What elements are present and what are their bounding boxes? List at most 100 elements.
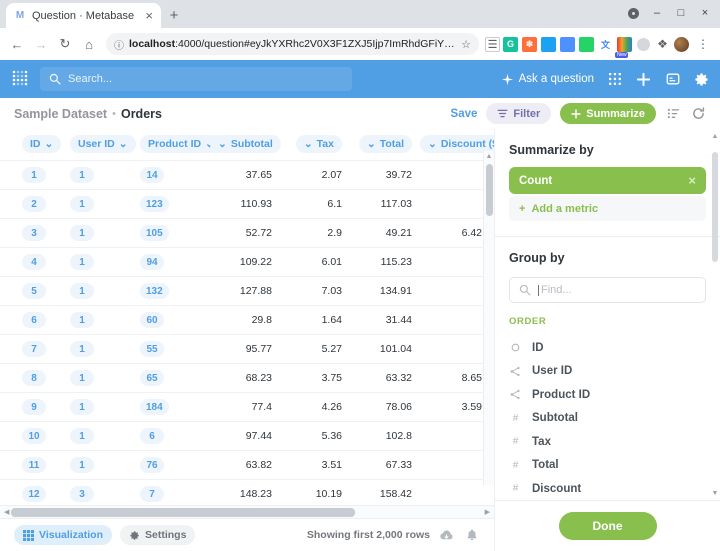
cell-user-id[interactable]: 1 xyxy=(70,341,94,357)
extensions-puzzle-icon[interactable]: ❖ xyxy=(654,36,671,53)
reader-mode-icon[interactable]: ☰ xyxy=(485,36,500,52)
group-by-field-tax[interactable]: # Tax xyxy=(509,430,706,453)
group-by-field-user-id[interactable]: User ID xyxy=(509,360,706,383)
column-header-discount[interactable]: ⌄Discount ($) xyxy=(420,129,494,161)
screen-capture-icon[interactable] xyxy=(559,36,576,53)
cell-id[interactable]: 1 xyxy=(22,167,46,183)
table-row[interactable]: 4194109.226.01115.23August xyxy=(0,247,494,277)
grey-profile-icon[interactable] xyxy=(635,36,652,53)
grid-apps-icon[interactable] xyxy=(606,71,623,88)
tab-close-icon[interactable]: × xyxy=(145,9,153,22)
search-input[interactable]: Search... xyxy=(40,67,352,91)
cell-id[interactable]: 8 xyxy=(22,370,46,386)
cell-user-id[interactable]: 1 xyxy=(70,312,94,328)
cell-id[interactable]: 3 xyxy=(22,225,46,241)
cell-id[interactable]: 6 xyxy=(22,312,46,328)
cell-product-id[interactable]: 76 xyxy=(140,457,164,473)
sidebar-scroll-up-icon[interactable]: ▲ xyxy=(712,133,719,140)
table-row[interactable]: 1237148.2310.19158.42June 26 xyxy=(0,479,494,505)
cell-user-id[interactable]: 1 xyxy=(70,399,94,415)
metric-count-pill[interactable]: Count × xyxy=(509,167,706,194)
forward-icon[interactable]: → xyxy=(30,33,52,55)
new-tab-button[interactable]: + xyxy=(161,3,187,28)
browser-tab[interactable]: M Question · Metabase × xyxy=(6,3,161,28)
cell-id[interactable]: 7 xyxy=(22,341,46,357)
column-header-user-id[interactable]: User ID ⌄ xyxy=(70,129,140,161)
table-vertical-scrollbar[interactable]: ▲ xyxy=(483,151,494,485)
profile-indicator-icon[interactable] xyxy=(622,3,644,23)
table-row[interactable]: 3110552.722.949.216.42Decemb xyxy=(0,218,494,248)
new-plus-icon[interactable] xyxy=(635,71,652,88)
column-header-total[interactable]: ⌄ Total xyxy=(350,129,420,161)
group-by-field-id[interactable]: ID xyxy=(509,336,706,359)
column-header-id[interactable]: ID ⌄ xyxy=(0,129,70,161)
sidebar-scroll-down-icon[interactable]: ▼ xyxy=(712,490,719,497)
column-header-product-id[interactable]: Product ID⌄ xyxy=(140,129,222,161)
save-button[interactable]: Save xyxy=(451,108,478,120)
cell-product-id[interactable]: 14 xyxy=(140,167,164,183)
sidebar-scroll-thumb[interactable] xyxy=(712,152,718,262)
cell-user-id[interactable]: 1 xyxy=(70,428,94,444)
settings-button[interactable]: Settings xyxy=(120,525,196,545)
whatsapp-icon[interactable] xyxy=(578,36,595,53)
translate-icon[interactable]: 文 xyxy=(597,36,614,53)
done-button[interactable]: Done xyxy=(558,512,657,540)
table-row[interactable]: 1117663.823.5167.33July 22, xyxy=(0,450,494,480)
cell-id[interactable]: 11 xyxy=(22,457,46,473)
reload-icon[interactable]: ↻ xyxy=(54,33,76,55)
octopus-extension-icon[interactable]: ✽ xyxy=(521,36,538,53)
grammarly-icon[interactable]: G xyxy=(502,36,519,53)
profile-avatar[interactable] xyxy=(673,36,690,53)
column-header-tax[interactable]: ⌄ Tax xyxy=(280,129,350,161)
refresh-icon[interactable] xyxy=(690,106,706,122)
field-search-input[interactable]: Find... xyxy=(509,277,706,303)
table-row[interactable]: 715595.775.27101.04Septem xyxy=(0,334,494,364)
visualization-button[interactable]: Visualization xyxy=(14,525,112,545)
cell-id[interactable]: 5 xyxy=(22,283,46,299)
cell-product-id[interactable]: 184 xyxy=(140,399,169,415)
summarize-button[interactable]: Summarize xyxy=(560,103,656,124)
breadcrumb-database[interactable]: Sample Dataset xyxy=(14,107,107,121)
cell-user-id[interactable]: 1 xyxy=(70,225,94,241)
list-sort-icon[interactable] xyxy=(665,106,681,122)
horizontal-scroll-thumb[interactable] xyxy=(11,507,356,517)
sidebar-scrollbar[interactable]: ▲ ▼ xyxy=(710,133,720,497)
cell-product-id[interactable]: 6 xyxy=(140,428,164,444)
bookmark-star-icon[interactable]: ☆ xyxy=(461,38,471,51)
cell-product-id[interactable]: 105 xyxy=(140,225,169,241)
settings-gear-icon[interactable] xyxy=(693,71,710,88)
table-row[interactable]: 816568.233.7563.328.65June 17 xyxy=(0,363,494,393)
reference-book-icon[interactable] xyxy=(664,71,681,88)
cell-product-id[interactable]: 132 xyxy=(140,283,169,299)
cell-user-id[interactable]: 1 xyxy=(70,167,94,183)
chrome-menu-icon[interactable]: ⋮ xyxy=(692,33,714,55)
cell-user-id[interactable]: 1 xyxy=(70,283,94,299)
cell-id[interactable]: 9 xyxy=(22,399,46,415)
column-header-subtotal[interactable]: ⌄ Subtotal xyxy=(210,129,281,161)
table-horizontal-scrollbar[interactable]: ◀ ▶ xyxy=(0,505,494,518)
cell-user-id[interactable]: 1 xyxy=(70,370,94,386)
cell-product-id[interactable]: 65 xyxy=(140,370,164,386)
cell-id[interactable]: 12 xyxy=(22,486,46,502)
download-cloud-icon[interactable] xyxy=(438,527,455,544)
metabase-logo-icon[interactable] xyxy=(10,68,32,90)
table-scroll-area[interactable]: ID⌄ User ID⌄ Product ID⌄ ⌄Subtotal ⌄Tax … xyxy=(0,129,494,505)
cell-product-id[interactable]: 60 xyxy=(140,312,164,328)
site-info-icon[interactable]: ⓘ xyxy=(114,37,124,52)
cell-product-id[interactable]: 7 xyxy=(140,486,164,502)
add-metric-button[interactable]: + Add a metric xyxy=(509,196,706,221)
cell-id[interactable]: 10 xyxy=(22,428,46,444)
back-icon[interactable]: ← xyxy=(6,33,28,55)
group-by-field-discount[interactable]: # Discount xyxy=(509,477,706,500)
table-row[interactable]: 21123110.936.1117.03May 15 xyxy=(0,189,494,219)
scroll-up-icon[interactable]: ▲ xyxy=(486,151,493,162)
scroll-left-icon[interactable]: ◀ xyxy=(2,509,11,516)
cell-user-id[interactable]: 1 xyxy=(70,254,94,270)
horizontal-scroll-track[interactable] xyxy=(11,507,482,517)
filter-button[interactable]: Filter xyxy=(486,103,552,124)
scroll-right-icon[interactable]: ▶ xyxy=(483,509,492,516)
minimize-button[interactable]: – xyxy=(646,3,668,23)
vertical-scroll-thumb[interactable] xyxy=(485,164,493,216)
remove-metric-icon[interactable]: × xyxy=(688,174,696,187)
address-bar[interactable]: ⓘ localhost:4000/question#eyJkYXRhc2V0X3… xyxy=(106,33,479,55)
